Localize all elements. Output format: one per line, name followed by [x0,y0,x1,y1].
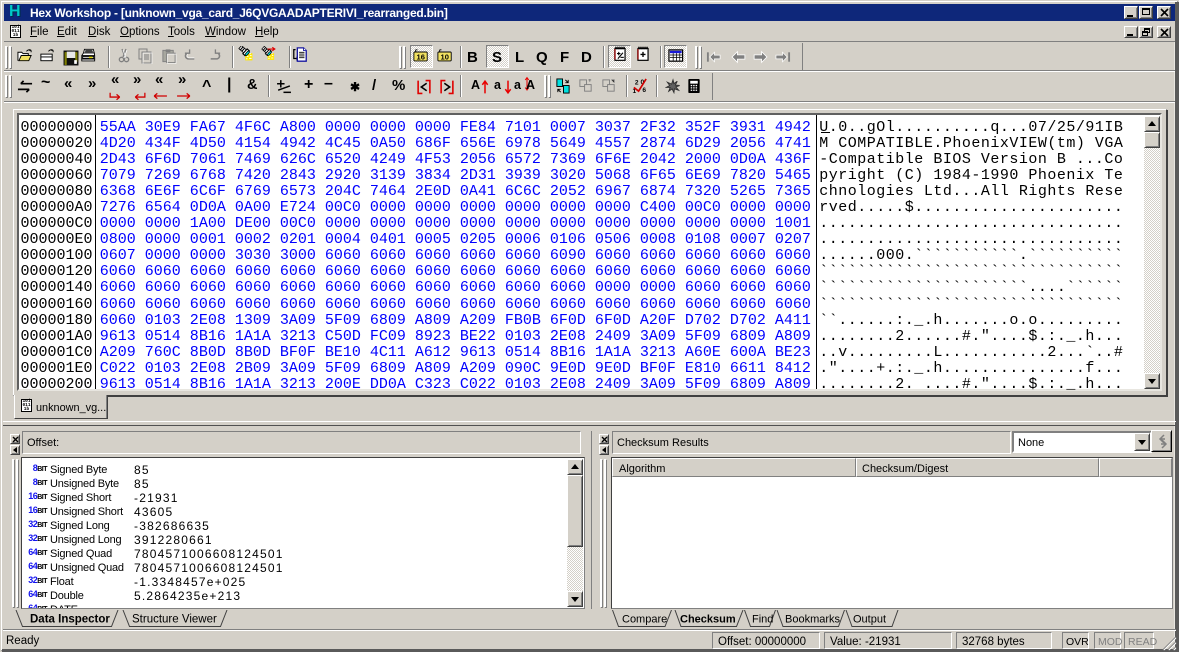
svg-text:Structure Viewer: Structure Viewer [132,614,217,626]
svg-text:Find: Find [752,614,773,626]
svg-text:16: 16 [417,53,425,62]
svg-text:Output: Output [853,614,886,626]
svg-text:Data Inspector: Data Inspector [30,614,110,626]
svg-text:Bookmarks: Bookmarks [785,614,841,626]
svg-text:10: 10 [441,53,449,62]
svg-text:2: 2 [635,80,639,87]
svg-text:6: 6 [642,87,646,94]
svg-text:Compare: Compare [622,614,667,626]
svg-text:Checksum: Checksum [680,614,736,626]
